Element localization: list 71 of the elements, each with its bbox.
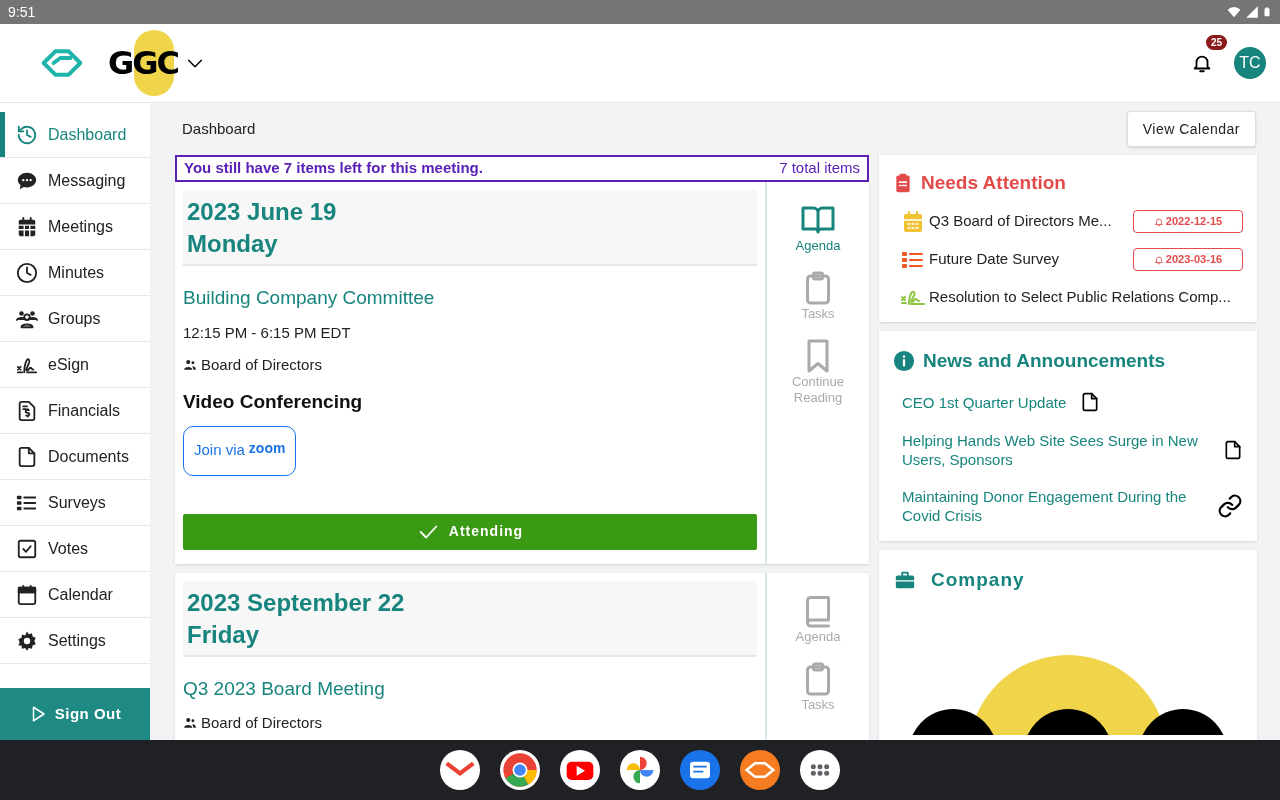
attention-item-link[interactable]: Q3 Board of Directors Me... bbox=[929, 210, 1133, 233]
news-item-link[interactable]: Maintaining Donor Engagement During the Covid Crisis bbox=[902, 487, 1203, 525]
mail-app-icon[interactable] bbox=[440, 750, 480, 790]
bell-icon bbox=[1153, 216, 1164, 227]
document-icon bbox=[16, 445, 38, 468]
calendar-icon bbox=[16, 583, 38, 606]
meeting-title[interactable]: Building Company Committee bbox=[183, 283, 435, 312]
people-icon bbox=[183, 357, 197, 372]
page-title: Dashboard bbox=[181, 118, 256, 139]
sign-out-button[interactable]: Sign Out bbox=[0, 688, 150, 740]
photos-app-icon[interactable] bbox=[620, 750, 660, 790]
app-grid-icon[interactable] bbox=[800, 750, 840, 790]
news-item-link[interactable]: CEO 1st Quarter Update bbox=[902, 392, 1067, 412]
history-icon bbox=[16, 123, 38, 146]
sidebar-item[interactable]: Calendar bbox=[0, 572, 150, 618]
bell-icon bbox=[1153, 254, 1164, 265]
meeting-title[interactable]: Q3 2023 Board Meeting bbox=[183, 674, 385, 703]
sidebar-item[interactable]: Groups bbox=[0, 296, 150, 342]
sidebar-item[interactable]: Documents bbox=[0, 434, 150, 480]
attending-button[interactable]: Attending bbox=[183, 513, 757, 550]
messages-app-icon[interactable] bbox=[680, 750, 720, 790]
wifi-icon bbox=[1226, 5, 1242, 19]
settings-icon bbox=[16, 629, 38, 652]
meeting-action-button[interactable]: Agenda bbox=[778, 201, 858, 254]
browser-app-icon[interactable] bbox=[500, 750, 540, 790]
calendar-grid-icon bbox=[16, 215, 38, 238]
video-app-icon[interactable] bbox=[560, 750, 600, 790]
meeting-weekday: Monday bbox=[187, 228, 279, 259]
total-items-count: 7 total items bbox=[779, 158, 860, 178]
meeting-weekday: Friday bbox=[187, 619, 261, 650]
meeting-time: 12:15 PM - 6:15 PM EDT bbox=[183, 323, 352, 343]
meeting-date: 2023 June 19 bbox=[187, 196, 338, 227]
signal-icon bbox=[1245, 5, 1259, 19]
news-item-link[interactable]: Helping Hands Web Site Sees Surge in New Users, Sponsors bbox=[902, 431, 1209, 469]
sidebar-item[interactable]: Surveys bbox=[0, 480, 150, 526]
attention-item-link[interactable]: Resolution to Select Public Relations Comp... bbox=[929, 286, 1243, 309]
sidebar-item[interactable]: Votes bbox=[0, 526, 150, 572]
sidebar-item[interactable]: Financials bbox=[0, 388, 150, 434]
view-calendar-button[interactable]: View Calendar bbox=[1126, 111, 1256, 147]
document-icon bbox=[1223, 439, 1243, 461]
info-icon bbox=[893, 349, 915, 372]
status-time: 9:51 bbox=[8, 2, 36, 22]
sidebar-item[interactable]: Dashboard bbox=[0, 112, 150, 158]
due-date-badge: 2023-03-16 bbox=[1133, 248, 1243, 271]
attention-item-link[interactable]: Future Date Survey bbox=[929, 248, 1133, 271]
news-title: News and Announcements bbox=[923, 348, 1166, 373]
dollar-document-icon bbox=[16, 399, 38, 422]
notification-count-badge: 25 bbox=[1206, 35, 1228, 50]
meeting-date: 2023 September 22 bbox=[187, 587, 406, 618]
meeting-group: Board of Directors bbox=[201, 712, 322, 735]
sidebar-item[interactable]: Settings bbox=[0, 618, 150, 664]
join-zoom-button[interactable]: Join via zoom bbox=[183, 425, 297, 476]
needs-attention-title: Needs Attention bbox=[921, 171, 1066, 195]
due-date-badge: 2022-12-15 bbox=[1133, 210, 1243, 233]
company-title: Company bbox=[931, 568, 1025, 592]
video-conferencing-heading: Video Conferencing bbox=[183, 390, 364, 414]
checkbox-icon bbox=[16, 537, 38, 560]
sidebar-item[interactable]: Minutes bbox=[0, 250, 150, 296]
items-left-message: You still have 7 items left for this meeting. bbox=[184, 158, 483, 178]
sidebar-item[interactable]: Meetings bbox=[0, 204, 150, 250]
calendar-grid-icon bbox=[901, 209, 925, 234]
meeting-group: Board of Directors bbox=[201, 353, 322, 376]
sidebar-item[interactable]: eSign bbox=[0, 342, 150, 388]
user-avatar[interactable]: TC bbox=[1234, 47, 1266, 79]
document-icon bbox=[1080, 391, 1101, 413]
sidebar-item[interactable]: Messaging bbox=[0, 158, 150, 204]
clock-icon bbox=[16, 261, 38, 284]
people-icon bbox=[183, 716, 197, 731]
diamond-app-icon[interactable] bbox=[740, 750, 780, 790]
clipboard-list-icon bbox=[893, 172, 913, 195]
link-icon bbox=[1217, 493, 1243, 519]
